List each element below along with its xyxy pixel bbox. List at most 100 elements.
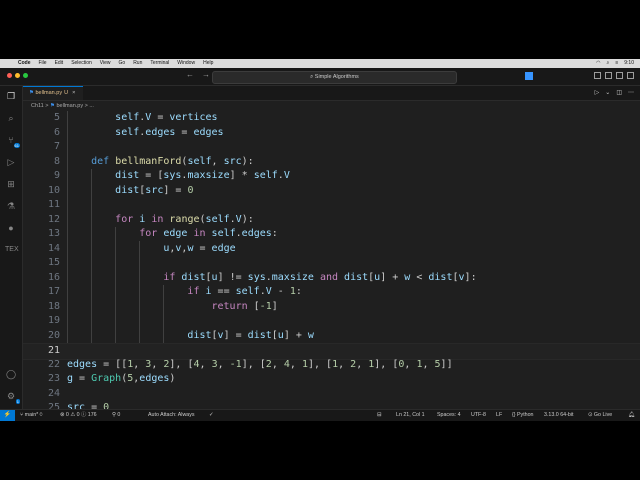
code-line[interactable]: 7 — [23, 140, 640, 155]
remote-indicator-icon[interactable]: ⚡ — [0, 410, 15, 421]
menu-selection[interactable]: Selection — [67, 59, 96, 68]
line-number[interactable]: 11 — [23, 198, 60, 213]
code-line[interactable]: 22 edges = [[1, 3, 2], [4, 3, -1], [2, 4,… — [23, 358, 640, 373]
line-number[interactable]: 17 — [23, 285, 60, 300]
code-line[interactable]: 16 if dist[u] != sys.maxsize and dist[u]… — [23, 271, 640, 286]
zoom-window-button[interactable] — [23, 73, 28, 78]
testing-icon[interactable]: ⚗ — [5, 200, 17, 212]
menu-terminal[interactable]: Terminal — [146, 59, 173, 68]
line-number[interactable]: 5 — [23, 111, 60, 126]
more-actions-icon[interactable]: ⋯ — [628, 89, 634, 96]
menu-help[interactable]: Help — [199, 59, 217, 68]
line-number[interactable]: 6 — [23, 126, 60, 141]
code-line[interactable]: 14 u,v,w = edge — [23, 242, 640, 257]
code-line[interactable]: 5 self.V = vertices — [23, 111, 640, 126]
code-line[interactable]: 20 dist[v] = dist[u] + w — [23, 329, 640, 344]
minimize-window-button[interactable] — [15, 73, 20, 78]
back-arrow-icon[interactable]: ← — [186, 70, 194, 79]
line-number[interactable]: 23 — [23, 372, 60, 387]
menu-file[interactable]: File — [35, 59, 51, 68]
search-icon[interactable]: ⌕ — [5, 112, 17, 124]
close-window-button[interactable] — [7, 73, 12, 78]
code-line[interactable]: 19 — [23, 314, 640, 329]
notifications-icon[interactable]: 🔔︎ — [628, 410, 635, 421]
control-center-icon[interactable]: ≡ — [615, 59, 618, 68]
language-status[interactable]: {} Python — [512, 410, 534, 421]
cursor-position[interactable]: Ln 21, Col 1 — [396, 410, 425, 421]
code-line[interactable]: 15 — [23, 256, 640, 271]
line-number[interactable]: 21 — [23, 344, 60, 359]
code-line[interactable]: 12 for i in range(self.V): — [23, 213, 640, 228]
indentation-status[interactable]: Spaces: 4 — [437, 410, 461, 421]
warning-count: 0 — [76, 412, 80, 418]
code-line[interactable]: 6 self.edges = edges — [23, 126, 640, 141]
line-number[interactable]: 9 — [23, 169, 60, 184]
extensions-icon[interactable]: ⊞ — [5, 178, 17, 190]
code-line[interactable]: 24 — [23, 387, 640, 402]
forward-arrow-icon[interactable]: → — [202, 70, 210, 79]
code-line[interactable]: 18 return [-1] — [23, 300, 640, 315]
auto-attach-status[interactable]: Auto Attach: Always — [148, 410, 195, 421]
line-number[interactable]: 20 — [23, 329, 60, 344]
ports-status[interactable]: ⚲ 0 — [112, 410, 120, 421]
toggle-primary-sidebar-icon[interactable] — [594, 72, 601, 79]
customize-layout-icon[interactable] — [627, 72, 634, 79]
problems-status[interactable]: ⊗ 0 ⚠ 0 ⓘ 176 — [60, 410, 97, 421]
interpreter-status[interactable]: 3.13.0 64-bit — [544, 410, 573, 421]
tex-icon[interactable]: TEX — [5, 244, 19, 256]
branch-status[interactable]: ⑂ main* ⟳ — [20, 410, 43, 421]
explorer-icon[interactable]: ❐ — [5, 90, 17, 102]
toggle-secondary-sidebar-icon[interactable] — [616, 72, 623, 79]
zoom-icon[interactable]: ⊟ — [377, 410, 381, 421]
line-number[interactable]: 14 — [23, 242, 60, 257]
menubar-clock[interactable]: 9:10 — [624, 59, 634, 68]
line-number[interactable]: 24 — [23, 387, 60, 402]
line-number[interactable]: 22 — [23, 358, 60, 373]
command-center[interactable]: ⌕ Simple Algorithms — [212, 71, 457, 84]
account-sync-icon[interactable] — [525, 72, 533, 80]
tab-close-icon[interactable]: × — [72, 90, 75, 96]
toggle-panel-icon[interactable] — [605, 72, 612, 79]
line-number[interactable]: 7 — [23, 140, 60, 155]
account-icon[interactable]: ◯ — [5, 368, 17, 380]
split-editor-icon[interactable]: ◫ — [616, 89, 622, 96]
menu-app-code[interactable]: Code — [14, 59, 35, 68]
menu-go[interactable]: Go — [115, 59, 130, 68]
eol-status[interactable]: LF — [496, 410, 502, 421]
breadcrumb-file[interactable]: bellman.py — [57, 103, 84, 109]
line-number[interactable]: 10 — [23, 184, 60, 199]
menu-window[interactable]: Window — [173, 59, 199, 68]
run-debug-icon[interactable]: ▷ — [5, 156, 17, 168]
breadcrumb-folder[interactable]: Ch11 — [31, 103, 44, 109]
line-number[interactable]: 16 — [23, 271, 60, 286]
menu-run[interactable]: Run — [129, 59, 146, 68]
line-number[interactable]: 15 — [23, 256, 60, 271]
run-file-icon[interactable]: ▷ — [595, 89, 600, 96]
line-number[interactable]: 12 — [23, 213, 60, 228]
menu-view[interactable]: View — [96, 59, 115, 68]
code-line[interactable]: 17 if i == self.V - 1: — [23, 285, 640, 300]
code-line[interactable]: 8 def bellmanFord(self, src): — [23, 155, 640, 170]
search-icon[interactable]: ⌕ — [607, 59, 610, 68]
code-line[interactable]: 11 — [23, 198, 640, 213]
code-line[interactable]: 23 g = Graph(5,edges) — [23, 372, 640, 387]
code-line[interactable]: 13 for edge in self.edges: — [23, 227, 640, 242]
bell-icon[interactable]: ✓ — [209, 410, 213, 421]
line-number[interactable]: 18 — [23, 300, 60, 315]
wifi-icon[interactable]: ◠ — [596, 59, 600, 68]
github-actions-icon[interactable]: ● — [5, 222, 17, 234]
code-line[interactable]: 10 dist[src] = 0 — [23, 184, 640, 199]
run-dropdown-chevron-icon[interactable]: ⌄ — [605, 89, 610, 96]
code-line[interactable]: 9 dist = [sys.maxsize] * self.V — [23, 169, 640, 184]
encoding-status[interactable]: UTF-8 — [471, 410, 486, 421]
line-number[interactable]: 13 — [23, 227, 60, 242]
line-number[interactable]: 19 — [23, 314, 60, 329]
code-editor[interactable]: 5 self.V = vertices 6 self.edges = edges 7… — [23, 111, 640, 413]
line-number[interactable]: 8 — [23, 155, 60, 170]
tab-bellman-py[interactable]: ⚑ bellman.py U × — [23, 86, 83, 100]
manage-gear-icon[interactable]: ⚙ 1 — [5, 390, 20, 404]
breadcrumb-symbol[interactable]: > ... — [85, 103, 94, 109]
go-live-status[interactable]: ⊙ Go Live — [588, 410, 612, 421]
menu-edit[interactable]: Edit — [51, 59, 68, 68]
source-control-icon[interactable]: ⑂ 61 — [5, 134, 20, 148]
